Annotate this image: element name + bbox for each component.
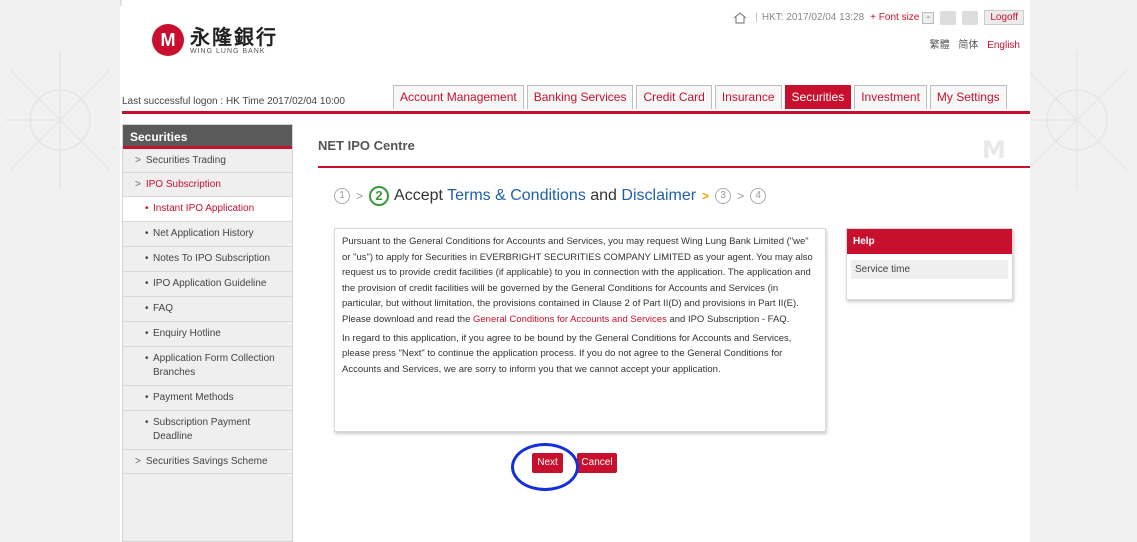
lang-simplified-link[interactable]: 简体: [958, 40, 978, 51]
flower-decoration-icon: [1022, 50, 1128, 190]
sidebar-title: Securities: [123, 125, 292, 149]
logo-english-name: WING LUNG BANK: [190, 47, 266, 55]
help-title: Help: [847, 229, 1012, 254]
annotation-circle: [511, 443, 579, 491]
language-switcher: 繁體 简体 English: [924, 36, 1020, 51]
terms-paragraph-1: Pursuant to the General Conditions for A…: [342, 236, 813, 325]
sidebar-item-ipo-subscription[interactable]: > IPO Subscription: [123, 173, 292, 197]
home-icon[interactable]: [733, 11, 747, 24]
sidebar-item-net-history[interactable]: Net Application History: [123, 222, 292, 247]
logo-chinese-name: 永隆銀行: [190, 24, 278, 49]
sidebar-item-instant-ipo[interactable]: Instant IPO Application: [123, 197, 292, 222]
page-title: NET IPO Centre: [318, 138, 415, 153]
print-icon[interactable]: [962, 10, 979, 25]
chevron-right-icon: >: [135, 155, 141, 166]
page-container: M 永隆銀行 WING LUNG BANK | HKT: 2017/02/04 …: [122, 0, 1030, 542]
sidebar: Securities > Securities Trading > IPO Subs…: [122, 124, 293, 542]
sidebar-item-savings-scheme[interactable]: > Securities Savings Scheme: [123, 450, 292, 474]
sidebar-item-securities-trading[interactable]: > Securities Trading: [123, 149, 292, 173]
last-logon-text: Last successful logon : HK Time 2017/02/…: [122, 96, 345, 107]
nav-underline: [122, 111, 1030, 114]
help-panel: Help Service time: [846, 228, 1013, 300]
right-background: [1017, 0, 1137, 542]
bank-logo[interactable]: M 永隆銀行 WING LUNG BANK: [152, 24, 278, 56]
tab-my-settings[interactable]: My Settings: [929, 85, 1007, 109]
terms-panel: Pursuant to the General Conditions for A…: [334, 228, 826, 432]
chevron-right-icon: >: [356, 189, 364, 203]
sidebar-item-guideline[interactable]: IPO Application Guideline: [123, 272, 292, 297]
sidebar-item-payment-deadline[interactable]: Subscription Payment Deadline: [123, 411, 292, 450]
help-item-service-time[interactable]: Service time: [851, 260, 1008, 279]
step-1: 1: [334, 188, 350, 204]
font-size-decrease-button[interactable]: -: [922, 11, 935, 24]
tab-securities[interactable]: Securities: [784, 85, 852, 109]
step-label: Accept Terms & Conditions and Disclaimer: [394, 187, 697, 204]
chevron-right-icon: >: [702, 189, 710, 203]
terms-paragraph-2: In regard to this application, if you ag…: [342, 332, 792, 375]
cancel-button[interactable]: Cancel: [577, 453, 617, 473]
chevron-right-icon: >: [737, 189, 745, 203]
sidebar-item-enquiry[interactable]: Enquiry Hotline: [123, 322, 292, 347]
folder-icon[interactable]: [940, 10, 957, 25]
main-nav: Account Management Banking Services Cred…: [393, 85, 1010, 109]
lang-english-link[interactable]: English: [987, 40, 1020, 51]
step-indicator: 1 > 2 Accept Terms & Conditions and Disc…: [334, 186, 767, 206]
tab-account-management[interactable]: Account Management: [393, 85, 524, 109]
general-conditions-link[interactable]: General Conditions for Accounts and Serv…: [473, 314, 667, 325]
sidebar-item-notes[interactable]: Notes To IPO Subscription: [123, 247, 292, 272]
server-time: HKT: 2017/02/04 13:28: [761, 12, 865, 23]
title-divider: [318, 166, 1030, 168]
sidebar-item-payment-methods[interactable]: Payment Methods: [123, 386, 292, 411]
font-size-label: + Font size: [870, 12, 920, 23]
logo-mark-icon: M: [152, 24, 184, 56]
step-3: 3: [715, 188, 732, 204]
sidebar-item-faq[interactable]: FAQ: [123, 297, 292, 322]
chevron-right-icon: >: [135, 179, 141, 190]
lang-traditional-link[interactable]: 繁體: [930, 40, 950, 51]
sidebar-item-branches[interactable]: Application Form Collection Branches: [123, 347, 292, 386]
tab-insurance[interactable]: Insurance: [714, 85, 782, 109]
step-2-current: 2: [369, 186, 390, 206]
tab-banking-services[interactable]: Banking Services: [526, 85, 634, 109]
header-toolbar: | HKT: 2017/02/04 13:28 + Font size - Lo…: [733, 10, 1024, 25]
tab-investment[interactable]: Investment: [854, 85, 927, 109]
tab-credit-card[interactable]: Credit Card: [636, 85, 712, 109]
step-4: 4: [750, 188, 767, 204]
logoff-button[interactable]: Logoff: [984, 10, 1024, 25]
flower-decoration-icon: [5, 50, 111, 190]
chevron-right-icon: >: [135, 456, 141, 467]
left-background: [0, 0, 120, 542]
watermark-logo-icon: M: [982, 136, 1006, 164]
